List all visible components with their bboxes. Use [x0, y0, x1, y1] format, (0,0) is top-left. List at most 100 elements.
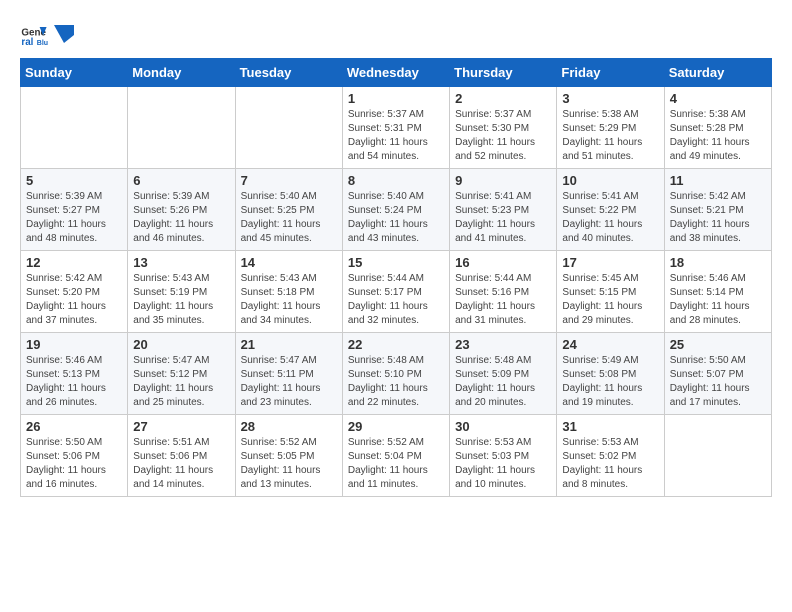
day-number: 26: [26, 419, 122, 434]
day-info: Sunrise: 5:47 AM Sunset: 5:12 PM Dayligh…: [133, 354, 229, 410]
day-info: Sunrise: 5:52 AM Sunset: 5:04 PM Dayligh…: [348, 436, 444, 492]
day-number: 29: [348, 419, 444, 434]
day-info: Sunrise: 5:40 AM Sunset: 5:25 PM Dayligh…: [241, 190, 337, 246]
calendar-week-row: 1 Sunrise: 5:37 AM Sunset: 5:31 PM Daylig…: [21, 87, 772, 169]
day-info: Sunrise: 5:37 AM Sunset: 5:31 PM Dayligh…: [348, 108, 444, 164]
day-number: 25: [670, 337, 766, 352]
weekday-header-thursday: Thursday: [450, 59, 557, 87]
day-number: 14: [241, 255, 337, 270]
calendar-cell: 7 Sunrise: 5:40 AM Sunset: 5:25 PM Daylig…: [235, 169, 342, 251]
calendar-cell: 21 Sunrise: 5:47 AM Sunset: 5:11 PM Dayli…: [235, 333, 342, 415]
day-number: 5: [26, 173, 122, 188]
day-info: Sunrise: 5:46 AM Sunset: 5:14 PM Dayligh…: [670, 272, 766, 328]
calendar-week-row: 5 Sunrise: 5:39 AM Sunset: 5:27 PM Daylig…: [21, 169, 772, 251]
logo-arrow-icon: [54, 25, 74, 43]
calendar-cell: 24 Sunrise: 5:49 AM Sunset: 5:08 PM Dayli…: [557, 333, 664, 415]
calendar-cell: 15 Sunrise: 5:44 AM Sunset: 5:17 PM Dayli…: [342, 251, 449, 333]
svg-text:ral: ral: [21, 37, 33, 48]
calendar-cell: 8Sunrise: 5:40 AM Sunset: 5:24 PM Daylig…: [342, 169, 449, 251]
calendar-cell: 26 Sunrise: 5:50 AM Sunset: 5:06 PM Dayli…: [21, 415, 128, 497]
weekday-header-friday: Friday: [557, 59, 664, 87]
day-info: Sunrise: 5:50 AM Sunset: 5:06 PM Dayligh…: [26, 436, 122, 492]
calendar-cell: 28Sunrise: 5:52 AM Sunset: 5:05 PM Dayli…: [235, 415, 342, 497]
day-number: 27: [133, 419, 229, 434]
calendar-body: 1 Sunrise: 5:37 AM Sunset: 5:31 PM Daylig…: [21, 87, 772, 497]
day-info: Sunrise: 5:48 AM Sunset: 5:09 PM Dayligh…: [455, 354, 551, 410]
day-number: 22: [348, 337, 444, 352]
day-number: 17: [562, 255, 658, 270]
logo-icon: Gene ral Blue: [20, 20, 48, 48]
day-info: Sunrise: 5:43 AM Sunset: 5:18 PM Dayligh…: [241, 272, 337, 328]
day-info: Sunrise: 5:43 AM Sunset: 5:19 PM Dayligh…: [133, 272, 229, 328]
calendar-cell: 2Sunrise: 5:37 AM Sunset: 5:30 PM Daylig…: [450, 87, 557, 169]
calendar-cell: 14 Sunrise: 5:43 AM Sunset: 5:18 PM Dayli…: [235, 251, 342, 333]
day-number: 18: [670, 255, 766, 270]
calendar-week-row: 19Sunrise: 5:46 AM Sunset: 5:13 PM Dayli…: [21, 333, 772, 415]
day-number: 8: [348, 173, 444, 188]
day-info: Sunrise: 5:42 AM Sunset: 5:20 PM Dayligh…: [26, 272, 122, 328]
calendar-table: SundayMondayTuesdayWednesdayThursdayFrid…: [20, 58, 772, 497]
calendar-cell: 5 Sunrise: 5:39 AM Sunset: 5:27 PM Daylig…: [21, 169, 128, 251]
page-header: Gene ral Blue: [20, 20, 772, 48]
day-number: 13: [133, 255, 229, 270]
day-info: Sunrise: 5:39 AM Sunset: 5:26 PM Dayligh…: [133, 190, 229, 246]
day-number: 28: [241, 419, 337, 434]
weekday-header-monday: Monday: [128, 59, 235, 87]
day-info: Sunrise: 5:44 AM Sunset: 5:17 PM Dayligh…: [348, 272, 444, 328]
calendar-cell: [664, 415, 771, 497]
calendar-cell: 1 Sunrise: 5:37 AM Sunset: 5:31 PM Daylig…: [342, 87, 449, 169]
weekday-header-tuesday: Tuesday: [235, 59, 342, 87]
day-info: Sunrise: 5:38 AM Sunset: 5:28 PM Dayligh…: [670, 108, 766, 164]
day-number: 3: [562, 91, 658, 106]
day-number: 7: [241, 173, 337, 188]
day-info: Sunrise: 5:53 AM Sunset: 5:02 PM Dayligh…: [562, 436, 658, 492]
calendar-cell: 12 Sunrise: 5:42 AM Sunset: 5:20 PM Dayli…: [21, 251, 128, 333]
calendar-cell: 23 Sunrise: 5:48 AM Sunset: 5:09 PM Dayli…: [450, 333, 557, 415]
calendar-cell: 22 Sunrise: 5:48 AM Sunset: 5:10 PM Dayli…: [342, 333, 449, 415]
calendar-cell: 3 Sunrise: 5:38 AM Sunset: 5:29 PM Daylig…: [557, 87, 664, 169]
calendar-cell: 17Sunrise: 5:45 AM Sunset: 5:15 PM Dayli…: [557, 251, 664, 333]
day-info: Sunrise: 5:47 AM Sunset: 5:11 PM Dayligh…: [241, 354, 337, 410]
day-number: 9: [455, 173, 551, 188]
calendar-cell: 25 Sunrise: 5:50 AM Sunset: 5:07 PM Dayli…: [664, 333, 771, 415]
calendar-cell: 13 Sunrise: 5:43 AM Sunset: 5:19 PM Dayli…: [128, 251, 235, 333]
calendar-cell: 27Sunrise: 5:51 AM Sunset: 5:06 PM Dayli…: [128, 415, 235, 497]
day-number: 19: [26, 337, 122, 352]
day-number: 10: [562, 173, 658, 188]
day-info: Sunrise: 5:49 AM Sunset: 5:08 PM Dayligh…: [562, 354, 658, 410]
calendar-cell: 10Sunrise: 5:41 AM Sunset: 5:22 PM Dayli…: [557, 169, 664, 251]
day-info: Sunrise: 5:42 AM Sunset: 5:21 PM Dayligh…: [670, 190, 766, 246]
logo: Gene ral Blue: [20, 20, 74, 48]
calendar-cell: 16Sunrise: 5:44 AM Sunset: 5:16 PM Dayli…: [450, 251, 557, 333]
weekday-header-sunday: Sunday: [21, 59, 128, 87]
calendar-cell: 6 Sunrise: 5:39 AM Sunset: 5:26 PM Daylig…: [128, 169, 235, 251]
day-info: Sunrise: 5:41 AM Sunset: 5:23 PM Dayligh…: [455, 190, 551, 246]
calendar-cell: [21, 87, 128, 169]
day-info: Sunrise: 5:48 AM Sunset: 5:10 PM Dayligh…: [348, 354, 444, 410]
day-info: Sunrise: 5:39 AM Sunset: 5:27 PM Dayligh…: [26, 190, 122, 246]
calendar-week-row: 26 Sunrise: 5:50 AM Sunset: 5:06 PM Dayli…: [21, 415, 772, 497]
day-number: 12: [26, 255, 122, 270]
calendar-cell: 11 Sunrise: 5:42 AM Sunset: 5:21 PM Dayli…: [664, 169, 771, 251]
day-info: Sunrise: 5:50 AM Sunset: 5:07 PM Dayligh…: [670, 354, 766, 410]
weekday-header-row: SundayMondayTuesdayWednesdayThursdayFrid…: [21, 59, 772, 87]
calendar-cell: [235, 87, 342, 169]
calendar-week-row: 12 Sunrise: 5:42 AM Sunset: 5:20 PM Dayli…: [21, 251, 772, 333]
calendar-cell: 31Sunrise: 5:53 AM Sunset: 5:02 PM Dayli…: [557, 415, 664, 497]
calendar-cell: 30Sunrise: 5:53 AM Sunset: 5:03 PM Dayli…: [450, 415, 557, 497]
day-number: 11: [670, 173, 766, 188]
day-number: 21: [241, 337, 337, 352]
day-info: Sunrise: 5:44 AM Sunset: 5:16 PM Dayligh…: [455, 272, 551, 328]
day-number: 1: [348, 91, 444, 106]
day-number: 4: [670, 91, 766, 106]
calendar-cell: 9 Sunrise: 5:41 AM Sunset: 5:23 PM Daylig…: [450, 169, 557, 251]
day-info: Sunrise: 5:37 AM Sunset: 5:30 PM Dayligh…: [455, 108, 551, 164]
day-number: 15: [348, 255, 444, 270]
day-info: Sunrise: 5:38 AM Sunset: 5:29 PM Dayligh…: [562, 108, 658, 164]
weekday-header-wednesday: Wednesday: [342, 59, 449, 87]
calendar-cell: 19Sunrise: 5:46 AM Sunset: 5:13 PM Dayli…: [21, 333, 128, 415]
calendar-cell: 29 Sunrise: 5:52 AM Sunset: 5:04 PM Dayli…: [342, 415, 449, 497]
day-number: 6: [133, 173, 229, 188]
day-number: 24: [562, 337, 658, 352]
day-number: 23: [455, 337, 551, 352]
